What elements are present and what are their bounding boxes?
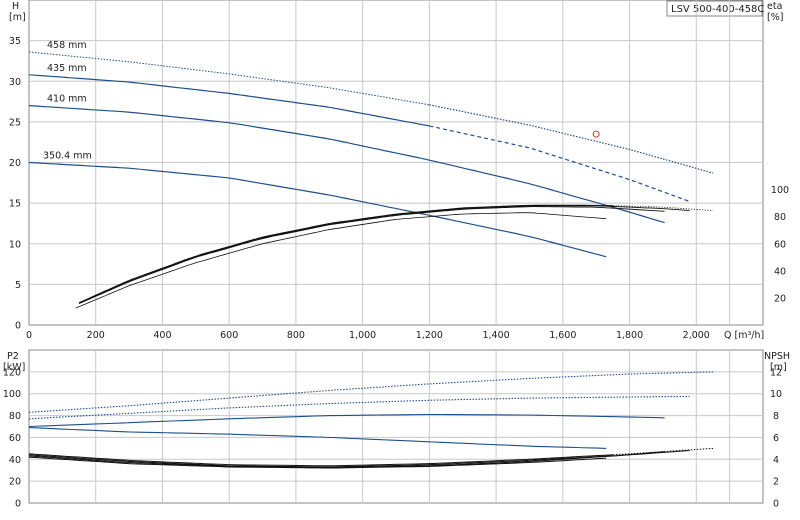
top-left-axis-label-2: [m] [9,12,26,23]
head-curve-label: 435 mm [47,63,87,74]
bottom-left-y-tick-label: 60 [9,433,21,444]
bottom-right-axis-label-1: NPSH [764,351,790,362]
x-axis-label: Q [m³/h] [724,330,764,341]
bottom-left-y-tick-label: 40 [9,455,21,466]
pump-performance-chart: LSV 500-400-458C H [m] eta [%] Q [m³/h] … [3,0,790,510]
top-right-y-tick-label: 40 [774,266,786,277]
bottom-left-y-tick-label: 20 [9,477,21,488]
x-tick-label: 600 [220,330,238,341]
bottom-right-y-tick-label: 2 [773,477,779,488]
top-right-y-tick-label: 60 [774,239,786,250]
chart-title: LSV 500-400-458C [671,4,764,15]
top-left-y-tick-label: 30 [9,77,21,88]
top-right-y-tick-label: 100 [771,185,789,196]
x-tick-label: 1,800 [616,330,643,341]
top-left-y-tick-label: 10 [9,239,21,250]
top-left-y-tick-label: 15 [9,199,21,210]
bottom-right-y-tick-label: 0 [773,499,779,510]
bottom-right-y-tick-label: 6 [773,433,779,444]
head-curve-label: 410 mm [47,94,87,105]
bottom-right-y-tick-label: 8 [773,411,779,422]
bottom-left-y-tick-label: 0 [15,499,21,510]
x-tick-label: 400 [153,330,171,341]
bottom-right-y-tick-label: 10 [770,389,782,400]
top-left-axis-label-1: H [12,1,19,12]
x-tick-label: 1,600 [549,330,576,341]
top-right-y-tick-label: 20 [774,293,786,304]
x-tick-label: 1,000 [349,330,376,341]
bottom-left-y-tick-label: 120 [3,367,21,378]
top-left-y-tick-label: 25 [9,117,21,128]
x-tick-label: 200 [87,330,105,341]
x-tick-label: 0 [26,330,32,341]
top-left-y-tick-label: 20 [9,158,21,169]
top-right-axis-label-2: [%] [767,12,783,23]
head-curve-label: 458 mm [47,40,87,51]
x-tick-label: 800 [287,330,305,341]
x-tick-label: 2,000 [683,330,710,341]
bottom-left-y-tick-label: 100 [3,389,21,400]
top-right-y-tick-label: 80 [774,212,786,223]
top-left-y-tick-label: 5 [15,280,21,291]
x-tick-label: 1,200 [416,330,443,341]
head-curve-label: 350.4 mm [43,151,92,162]
bottom-right-y-tick-label: 12 [770,367,782,378]
top-left-y-tick-label: 0 [15,321,21,332]
top-right-axis-label-1: eta [767,1,782,12]
bottom-left-axis-label-1: P2 [7,351,19,362]
bottom-right-y-tick-label: 4 [773,455,779,466]
bottom-left-y-tick-label: 80 [9,411,21,422]
x-tick-label: 1,400 [482,330,509,341]
top-left-y-tick-label: 35 [9,36,21,47]
